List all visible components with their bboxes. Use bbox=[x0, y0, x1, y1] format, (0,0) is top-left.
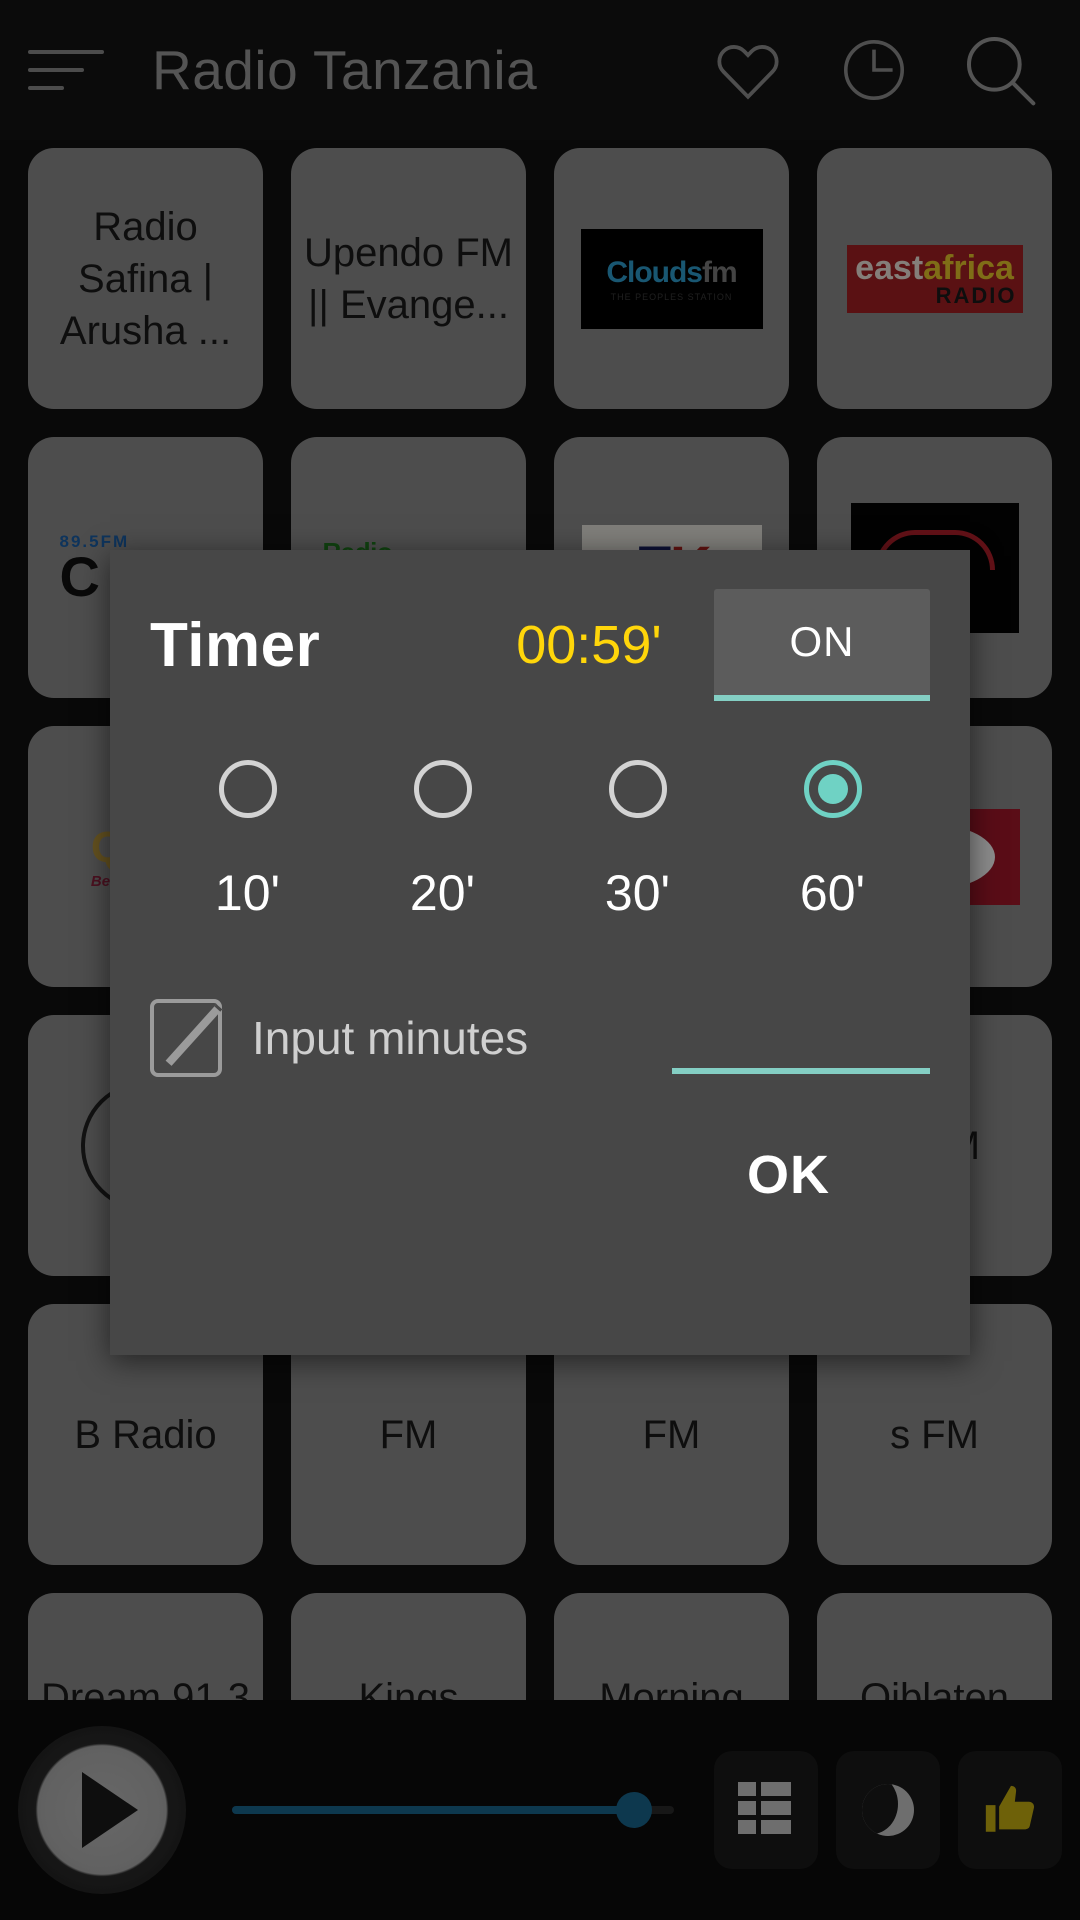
timer-onoff-spinner[interactable]: ON bbox=[714, 589, 930, 701]
edit-pencil-icon bbox=[150, 999, 222, 1077]
timer-preset-label[interactable]: 20' bbox=[345, 864, 540, 922]
timer-preset-radio[interactable] bbox=[345, 760, 540, 818]
app-root: Radio Tanzania Radio Safina | Arusha ...… bbox=[0, 0, 1080, 1920]
timer-input-row: Input minutes bbox=[150, 990, 930, 1086]
timer-preset-radio[interactable] bbox=[150, 760, 345, 818]
timer-preset-label[interactable]: 10' bbox=[150, 864, 345, 922]
timer-onoff-label: ON bbox=[789, 618, 855, 665]
timer-dialog: Timer 00:59' ON 10' 20' 30' 60' Input minut… bbox=[110, 550, 970, 1355]
radio-unchecked-icon bbox=[413, 760, 472, 818]
timer-dialog-actions: OK bbox=[150, 1144, 930, 1206]
timer-dialog-header: Timer 00:59' ON bbox=[150, 586, 930, 704]
radio-dot bbox=[817, 774, 848, 804]
input-minutes-label: Input minutes bbox=[252, 1012, 529, 1064]
timer-preset-label[interactable]: 60' bbox=[735, 864, 930, 922]
timer-preset-radio[interactable] bbox=[540, 760, 735, 818]
timer-preset-label[interactable]: 30' bbox=[540, 864, 735, 922]
timer-dialog-title: Timer bbox=[150, 610, 321, 680]
timer-countdown: 00:59' bbox=[516, 615, 662, 675]
radio-checked-icon bbox=[803, 760, 862, 818]
timer-preset-label-row: 10' 20' 30' 60' bbox=[150, 864, 930, 922]
timer-preset-radio-row bbox=[150, 760, 930, 818]
timer-preset-radio[interactable] bbox=[735, 760, 930, 818]
radio-unchecked-icon bbox=[218, 760, 277, 818]
input-minutes-field[interactable] bbox=[672, 1002, 930, 1074]
radio-unchecked-icon bbox=[608, 760, 667, 818]
ok-button[interactable]: OK bbox=[747, 1144, 830, 1206]
